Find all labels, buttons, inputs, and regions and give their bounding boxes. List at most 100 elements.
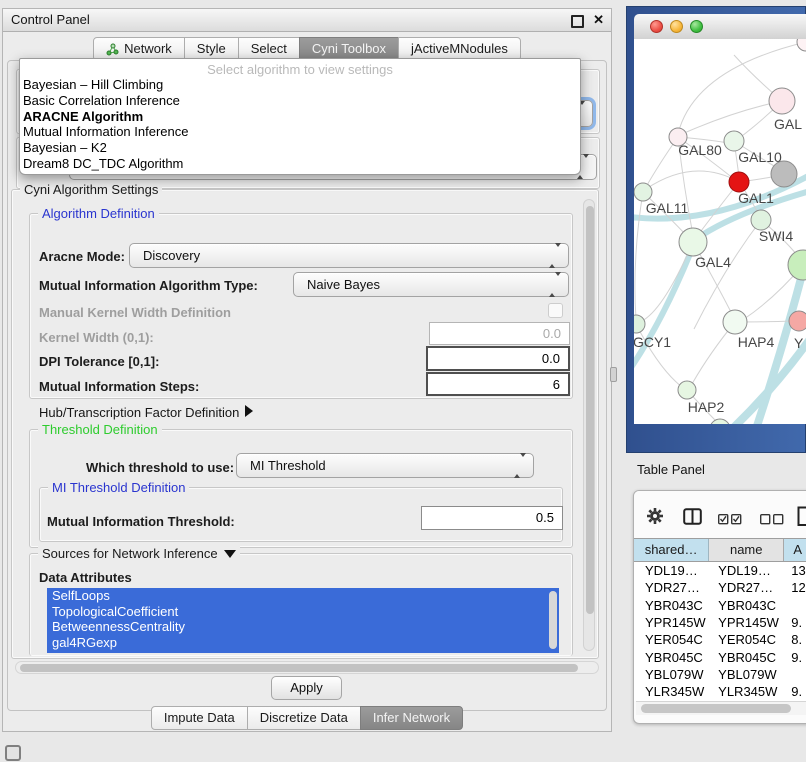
float-window-icon[interactable] xyxy=(571,15,584,28)
select-all-icon[interactable] xyxy=(718,514,742,525)
table-cell[interactable]: YDR27… xyxy=(634,580,709,595)
zoom-traffic-light[interactable] xyxy=(690,20,703,33)
tab-discretize-data[interactable]: Discretize Data xyxy=(247,706,361,730)
network-window-titlebar xyxy=(634,14,806,40)
minimized-panel-icon[interactable] xyxy=(5,745,21,761)
list-scrollbar-thumb[interactable] xyxy=(549,591,557,649)
table-row[interactable]: YDR27…YDR27…12 xyxy=(634,579,806,596)
table-row[interactable]: YLR345WYLR345W9. xyxy=(634,683,806,700)
table-cell[interactable]: YPR145W xyxy=(634,615,709,630)
column-header-a[interactable]: A xyxy=(784,539,806,561)
node-label-gcy1: GCY1 xyxy=(634,334,671,350)
network-node-salmon[interactable] xyxy=(789,311,806,331)
table-cell[interactable]: YDL19… xyxy=(709,563,784,578)
settings-vertical-scrollbar[interactable] xyxy=(583,199,595,651)
table-cell[interactable]: 9. xyxy=(784,650,806,665)
table-cell[interactable]: 9. xyxy=(784,615,806,630)
combo-stepper-icon xyxy=(549,276,561,294)
column-header-shared[interactable]: shared… xyxy=(634,539,709,561)
table-cell[interactable]: YBL079W xyxy=(709,667,784,682)
attribute-item-topologicalcoefficient[interactable]: TopologicalCoefficient xyxy=(47,604,559,620)
minimize-traffic-light[interactable] xyxy=(670,20,683,33)
table-cell[interactable]: 8. xyxy=(784,632,806,647)
attribute-item-gal4rgexp[interactable]: gal4RGexp xyxy=(47,635,559,651)
table-row[interactable]: YDL19…YDL19…13 xyxy=(634,562,806,579)
network-node-gcy1[interactable] xyxy=(634,315,645,333)
attribute-item-betweennesscentrality[interactable]: BetweennessCentrality xyxy=(47,619,559,635)
tab-impute-data[interactable]: Impute Data xyxy=(151,706,248,730)
algorithm-option-aracne-algorithm[interactable]: ARACNE Algorithm xyxy=(20,109,580,125)
algorithm-option-mutual-information-inference[interactable]: Mutual Information Inference xyxy=(20,124,580,140)
algorithm-option-bayesian-k2[interactable]: Bayesian – K2 xyxy=(20,140,580,156)
sources-title-text: Sources for Network Inference xyxy=(42,546,218,561)
data-attributes-list[interactable]: SelfLoopsTopologicalCoefficientBetweenne… xyxy=(47,588,559,653)
table-cell[interactable]: YDL19… xyxy=(634,563,709,578)
network-node-gal11[interactable] xyxy=(634,183,652,201)
table-row[interactable]: YBR045CYBR045C9. xyxy=(634,648,806,665)
which-threshold-select[interactable]: MI Threshold xyxy=(236,453,534,478)
mi-type-select[interactable]: Naive Bayes xyxy=(293,272,569,297)
network-node-gal10[interactable] xyxy=(724,131,744,151)
network-node-gal1[interactable] xyxy=(729,172,749,192)
table-cell[interactable]: YBR043C xyxy=(709,598,784,613)
close-traffic-light[interactable] xyxy=(650,20,663,33)
network-canvas[interactable]: GALGAL80GAL10GAL1GAL11SWI4GAL4GCY1HAP4YH… xyxy=(634,39,806,424)
hub-section-toggle[interactable]: Hub/Transcription Factor Definition xyxy=(39,405,253,420)
network-node-big-green[interactable] xyxy=(788,250,806,280)
table-row[interactable]: YPR145WYPR145W9. xyxy=(634,614,806,631)
table-cell[interactable]: YPR145W xyxy=(709,615,784,630)
aracne-mode-select[interactable]: Discovery xyxy=(129,243,569,268)
network-node-hap2[interactable] xyxy=(678,381,696,399)
attribute-item-selfloops[interactable]: SelfLoops xyxy=(47,588,559,604)
content-horizontal-scrollbar[interactable] xyxy=(15,661,599,674)
mi-steps-label: Mutual Information Steps: xyxy=(39,379,199,394)
network-node-top-partial[interactable] xyxy=(797,39,806,51)
table-cell[interactable]: 12 xyxy=(784,580,806,595)
column-header-name[interactable]: name xyxy=(709,539,784,561)
table-cell[interactable]: 13 xyxy=(784,563,806,578)
network-node-swi4[interactable] xyxy=(751,210,771,230)
network-node-hap4[interactable] xyxy=(723,310,747,334)
network-node-gal-pink[interactable] xyxy=(769,88,795,114)
table-cell[interactable]: YBR045C xyxy=(709,650,784,665)
mi-threshold-field[interactable]: 0.5 xyxy=(421,506,563,530)
tab-label: Select xyxy=(251,38,287,60)
algorithm-option-basic-correlation-inference[interactable]: Basic Correlation Inference xyxy=(20,93,580,109)
expand-right-icon[interactable] xyxy=(245,405,253,417)
tab-infer-network[interactable]: Infer Network xyxy=(360,706,463,730)
collapse-down-icon[interactable] xyxy=(224,550,236,558)
columns-icon[interactable] xyxy=(683,508,702,525)
table-row[interactable]: YER054CYER054C8. xyxy=(634,631,806,648)
mi-steps-field[interactable]: 6 xyxy=(426,372,570,396)
network-node-bottom-partial[interactable] xyxy=(710,419,730,424)
network-node-gal4[interactable] xyxy=(679,228,707,256)
close-icon[interactable]: ✕ xyxy=(593,12,604,28)
table-cell[interactable]: YDR27… xyxy=(709,580,784,595)
node-label-gal4: GAL4 xyxy=(695,254,731,270)
dpi-tolerance-field[interactable]: 0.0 xyxy=(426,346,570,371)
gear-icon[interactable] xyxy=(646,507,664,525)
deselect-all-icon[interactable] xyxy=(760,514,784,525)
table-cell[interactable]: YER054C xyxy=(634,632,709,647)
table-cell[interactable]: YBR043C xyxy=(634,598,709,613)
table-horizontal-scrollbar[interactable] xyxy=(636,701,806,715)
new-table-icon[interactable] xyxy=(797,506,806,527)
split-pane-handle[interactable] xyxy=(610,367,617,382)
kernel-width-field[interactable]: 0.0 xyxy=(429,322,570,345)
scrollbar-thumb[interactable] xyxy=(20,664,578,672)
table-cell[interactable]: YLR345W xyxy=(709,684,784,699)
table-row[interactable]: YBR043CYBR043C xyxy=(634,597,806,614)
scrollbar-thumb[interactable] xyxy=(586,206,594,614)
table-cell[interactable]: YBL079W xyxy=(634,667,709,682)
algorithm-option-bayesian-hill-climbing[interactable]: Bayesian – Hill Climbing xyxy=(20,77,580,93)
table-row[interactable]: YBL079WYBL079W xyxy=(634,666,806,683)
algorithm-option-dream8-dc-tdc-algorithm[interactable]: Dream8 DC_TDC Algorithm xyxy=(20,156,580,172)
table-cell[interactable]: YBR045C xyxy=(634,650,709,665)
table-cell[interactable]: YLR345W xyxy=(634,684,709,699)
scrollbar-thumb[interactable] xyxy=(641,704,791,713)
table-cell[interactable]: 9. xyxy=(784,684,806,699)
table-cell[interactable]: YER054C xyxy=(709,632,784,647)
dpi-tolerance-label: DPI Tolerance [0,1]: xyxy=(39,354,159,369)
manual-kernel-checkbox[interactable] xyxy=(548,303,563,318)
apply-button[interactable]: Apply xyxy=(271,676,342,700)
